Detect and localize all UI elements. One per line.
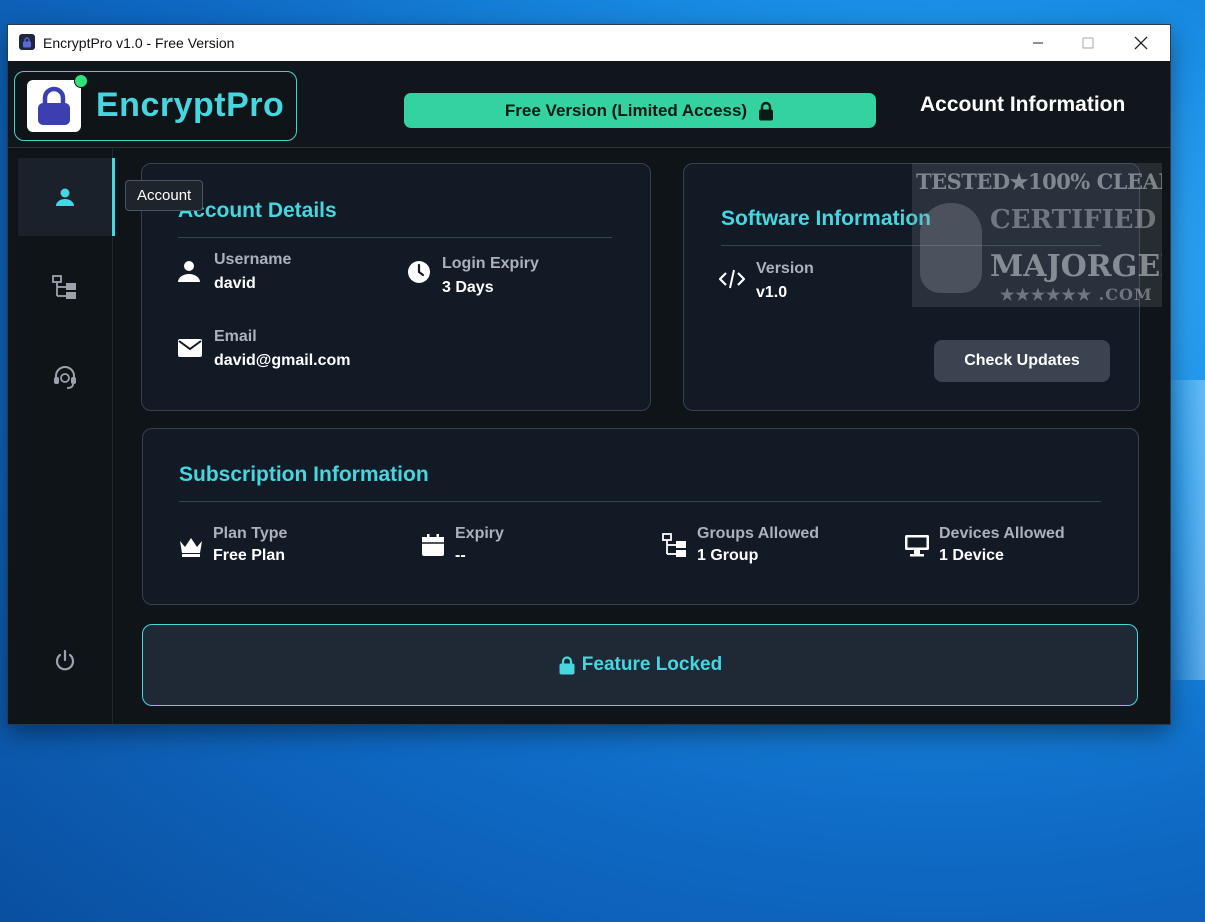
window-title: EncryptPro v1.0 - Free Version — [43, 35, 235, 51]
sidebar — [8, 148, 115, 724]
title-bar: EncryptPro v1.0 - Free Version — [8, 25, 1170, 61]
desktop-light-streak — [1170, 380, 1205, 680]
plan-type-value: Free Plan — [213, 547, 286, 564]
account-tooltip: Account — [125, 180, 204, 211]
username-value: david — [214, 275, 256, 292]
free-version-badge-label: Free Version (Limited Access) — [504, 100, 748, 120]
code-icon — [719, 266, 745, 292]
plan-type-label: Plan Type — [213, 525, 288, 542]
minimize-icon — [1033, 42, 1043, 44]
app-window: EncryptPro v1.0 - Free Version EncryptPr… — [8, 25, 1170, 724]
email-icon — [177, 335, 203, 361]
check-updates-button[interactable]: Check Updates — [934, 340, 1110, 382]
support-headset-icon — [54, 366, 76, 389]
app-icon — [19, 34, 35, 50]
sidebar-item-groups[interactable] — [18, 248, 112, 326]
sidebar-item-logout[interactable] — [18, 622, 112, 700]
lock-icon — [559, 655, 575, 674]
power-icon — [55, 649, 75, 671]
maximize-button[interactable] — [1063, 25, 1113, 61]
sidebar-item-account[interactable] — [18, 158, 115, 236]
free-version-badge: Free Version (Limited Access) — [404, 93, 876, 128]
login-expiry-label: Login Expiry — [442, 255, 539, 272]
email-label: Email — [214, 328, 257, 345]
version-label: Version — [756, 260, 814, 277]
sidebar-item-support[interactable] — [18, 338, 112, 416]
clock-icon — [406, 259, 432, 285]
divider — [178, 237, 612, 238]
page-title: Account Information — [920, 93, 1126, 116]
username-label: Username — [214, 251, 292, 268]
logo-text: EncryptPro — [96, 86, 285, 124]
feature-locked-label: Feature Locked — [581, 654, 723, 675]
close-icon — [1134, 36, 1148, 50]
divider — [179, 501, 1101, 502]
version-value: v1.0 — [756, 284, 788, 301]
mascot-image — [920, 203, 982, 293]
logo: EncryptPro — [14, 71, 297, 141]
groups-icon — [52, 275, 76, 299]
expiry-value: -- — [455, 547, 466, 564]
maximize-icon — [1082, 37, 1094, 49]
crown-icon — [178, 533, 204, 559]
app-header: EncryptPro Free Version (Limited Access)… — [8, 61, 1170, 148]
watermark-brand-text: MAJORGEEKS — [990, 249, 1162, 284]
subscription-info-card: Subscription Information Plan Type Free … — [142, 428, 1139, 605]
user-icon — [56, 188, 74, 206]
watermark-certified-text: CERTIFIED — [990, 205, 1157, 235]
monitor-icon — [904, 532, 930, 558]
devices-allowed-value: 1 Device — [939, 547, 1004, 564]
account-details-card: Account Details Username david Login Exp… — [141, 163, 651, 411]
close-button[interactable] — [1116, 25, 1166, 61]
calendar-icon — [420, 532, 446, 558]
watermark-domain-text: ★★★★★★ .COM — [1000, 285, 1153, 304]
lock-icon — [759, 101, 774, 120]
minimize-button[interactable] — [1013, 25, 1063, 61]
feature-locked-panel[interactable]: Feature Locked — [142, 624, 1138, 706]
expiry-label: Expiry — [455, 525, 504, 542]
groups-allowed-label: Groups Allowed — [697, 525, 820, 542]
majorgeeks-watermark: TESTED★100% CLEAN CERTIFIED MAJORGEEKS ★… — [912, 163, 1162, 307]
watermark-top-text: TESTED★100% CLEAN — [916, 169, 1162, 194]
devices-allowed-label: Devices Allowed — [939, 525, 1065, 542]
email-value: david@gmail.com — [214, 352, 351, 369]
username-icon — [176, 258, 202, 284]
login-expiry-value: 3 Days — [442, 279, 494, 296]
groups-icon — [662, 532, 688, 558]
groups-allowed-value: 1 Group — [697, 547, 759, 564]
software-info-title: Software Information — [721, 207, 932, 230]
lock-logo-icon — [27, 80, 81, 132]
subscription-info-title: Subscription Information — [179, 463, 429, 486]
online-status-dot — [74, 74, 88, 88]
